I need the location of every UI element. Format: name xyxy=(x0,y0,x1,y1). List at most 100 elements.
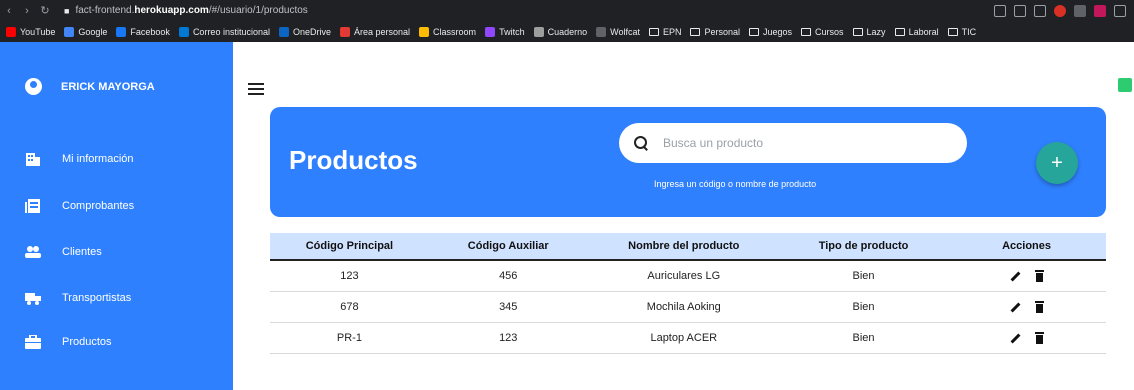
users-icon xyxy=(25,246,41,258)
bookmark-item[interactable]: Laboral xyxy=(894,26,939,37)
adblock-icon[interactable] xyxy=(1054,4,1066,17)
bookmark-item[interactable]: Lazy xyxy=(852,26,886,37)
address-bar[interactable]: ‹ › ↻ ■ fact-frontend.herokuapp.com/#/us… xyxy=(0,0,1134,21)
sidebar-item-comprobantes[interactable]: Comprobantes xyxy=(25,199,134,213)
menu-toggle-icon[interactable] xyxy=(248,83,264,95)
table-row: 123 456 Auriculares LG Bien xyxy=(270,260,1106,292)
lock-icon: ■ xyxy=(64,5,70,16)
folder-icon xyxy=(801,27,812,36)
sidebar-item-label: Mi información xyxy=(62,153,134,165)
folder-icon xyxy=(749,27,759,36)
bookmark-label: YouTube xyxy=(20,26,56,37)
bookmark-item[interactable]: Twitch xyxy=(485,26,525,37)
sidebar-item-label: Clientes xyxy=(62,246,102,258)
search-box[interactable] xyxy=(619,123,967,163)
bookmark-label: Twitch xyxy=(499,26,525,37)
bookmark-label: Laboral xyxy=(908,26,939,37)
bookmark-label: Correo institucional xyxy=(192,26,270,37)
bookmark-item[interactable]: Juegos xyxy=(749,27,792,37)
url-text[interactable]: fact-frontend.herokuapp.com/#/usuario/1/… xyxy=(75,5,307,16)
bookmark-label: OneDrive xyxy=(292,26,331,37)
bookmark-favicon-icon xyxy=(278,26,289,37)
cell-nombre: Auriculares LG xyxy=(587,260,780,292)
bookmark-item[interactable]: EPN xyxy=(648,26,682,37)
bookmark-favicon-icon xyxy=(116,26,127,37)
sidebar-item-label: Comprobantes xyxy=(62,200,135,212)
extension-icon[interactable] xyxy=(994,4,1006,17)
table-row: 678 345 Mochila Aoking Bien xyxy=(270,291,1106,323)
url-domain: herokuapp.com xyxy=(134,5,209,16)
bookmark-label: TIC xyxy=(961,26,977,37)
delete-trash-icon[interactable] xyxy=(1035,300,1045,313)
bookmark-item[interactable]: Cursos xyxy=(801,27,844,37)
bookmark-favicon-icon xyxy=(596,26,607,37)
sidebar-item-transportistas[interactable]: Transportistas xyxy=(25,291,131,305)
edit-pencil-icon[interactable] xyxy=(1009,332,1021,344)
back-icon[interactable]: ‹ xyxy=(0,5,18,17)
bookmark-item[interactable]: YouTube xyxy=(6,26,56,37)
folder-icon xyxy=(894,27,905,36)
bookmark-item[interactable]: Facebook xyxy=(116,26,170,37)
sidebar-item-clientes[interactable]: Clientes xyxy=(25,245,102,259)
cell-tipo: Bien xyxy=(779,291,948,323)
bookmark-item[interactable]: TIC xyxy=(947,26,977,37)
truck-icon xyxy=(25,293,41,305)
cell-acciones xyxy=(947,322,1106,354)
cell-codigo-principal: 678 xyxy=(270,291,429,323)
receipt-icon xyxy=(25,199,40,213)
column-header[interactable]: Tipo de producto xyxy=(779,233,948,261)
delete-trash-icon[interactable] xyxy=(1035,331,1045,344)
cell-nombre: Mochila Aoking xyxy=(587,291,780,323)
cell-tipo: Bien xyxy=(779,322,948,354)
column-header[interactable]: Código Principal xyxy=(270,233,429,261)
user-profile[interactable]: ERICK MAYORGA xyxy=(25,78,155,95)
bookmark-item[interactable]: Área personal xyxy=(340,26,411,37)
bookmark-label: Google xyxy=(78,26,108,37)
column-header[interactable]: Nombre del producto xyxy=(587,233,780,261)
bookmark-favicon-icon xyxy=(485,26,496,37)
bookmark-item[interactable]: Cuaderno xyxy=(533,26,588,37)
folder-icon xyxy=(648,27,659,36)
extension-icon[interactable] xyxy=(1074,4,1086,17)
forward-icon[interactable]: › xyxy=(18,5,36,17)
table-row: PR-1 123 Laptop ACER Bien xyxy=(270,322,1106,354)
url-prefix: fact-frontend. xyxy=(75,5,135,16)
bookmark-label: Lazy xyxy=(866,26,886,37)
bookmark-label: Juegos xyxy=(763,26,793,37)
cell-codigo-auxiliar: 123 xyxy=(428,322,588,354)
bookmark-item[interactable]: Wolfcat xyxy=(596,26,640,37)
sidebar-item-productos[interactable]: Productos xyxy=(25,335,112,349)
bookmark-label: Personal xyxy=(704,26,740,37)
bookmark-favicon-icon xyxy=(533,26,544,37)
search-input[interactable] xyxy=(663,136,943,150)
extension-icon[interactable] xyxy=(1014,4,1026,17)
sidebar-item-mi-informacion[interactable]: Mi información xyxy=(25,152,134,166)
cell-tipo: Bien xyxy=(779,260,948,292)
delete-trash-icon[interactable] xyxy=(1035,269,1045,282)
bookmark-item[interactable]: Personal xyxy=(690,27,740,37)
building-icon xyxy=(26,153,40,166)
bookmark-favicon-icon xyxy=(178,26,189,37)
reload-icon[interactable]: ↻ xyxy=(36,4,54,17)
edit-pencil-icon[interactable] xyxy=(1009,270,1021,282)
sidebar-item-label: Productos xyxy=(62,336,112,348)
bookmark-item[interactable]: Correo institucional xyxy=(178,26,270,37)
sidebar-item-label: Transportistas xyxy=(62,292,132,304)
bookmark-item[interactable]: Google xyxy=(64,26,108,37)
extension-icon[interactable] xyxy=(1094,4,1106,17)
bookmark-label: EPN xyxy=(662,26,682,37)
bookmarks-bar: YouTube Google Facebook Correo instituciona… xyxy=(0,21,1134,42)
table-header-row: Código Principal Código Auxiliar Nombre … xyxy=(270,233,1106,261)
cell-codigo-principal: 123 xyxy=(270,260,429,292)
bookmark-label: Área personal xyxy=(354,26,411,37)
extension-icon[interactable] xyxy=(1118,78,1132,92)
edit-pencil-icon[interactable] xyxy=(1009,301,1021,313)
column-header[interactable]: Código Auxiliar xyxy=(428,233,588,261)
bookmark-label: Cuaderno xyxy=(547,26,588,37)
extension-icon[interactable] xyxy=(1034,4,1046,17)
bookmark-favicon-icon xyxy=(64,26,75,37)
puzzle-icon[interactable] xyxy=(1114,4,1126,17)
bookmark-item[interactable]: Classroom xyxy=(419,26,476,37)
add-product-button[interactable]: + xyxy=(1036,142,1078,184)
bookmark-item[interactable]: OneDrive xyxy=(278,26,331,37)
